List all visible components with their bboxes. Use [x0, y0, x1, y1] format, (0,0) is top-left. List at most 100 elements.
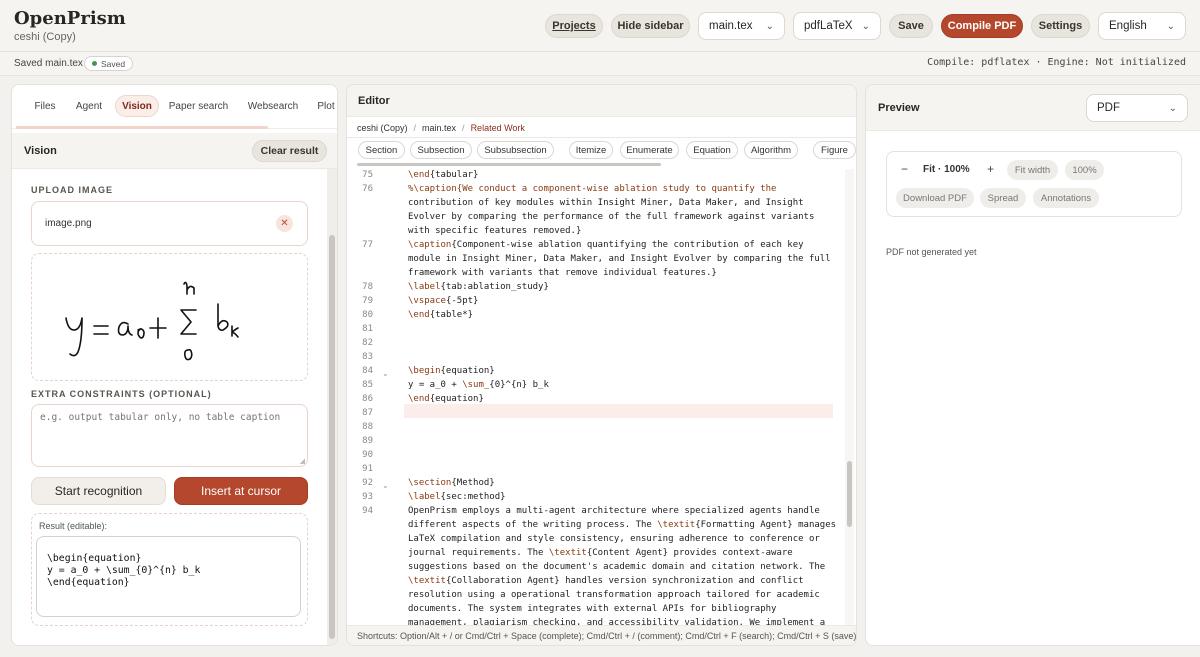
code-line[interactable]: journal requirements. The \textit{Conten… [408, 548, 793, 562]
line-number: 79 [362, 296, 373, 306]
remove-file-icon[interactable]: ✕ [276, 215, 293, 232]
insert-section-button[interactable]: Section [358, 141, 405, 159]
code-line[interactable]: \textit{Collaboration Agent} handles ver… [408, 576, 804, 590]
code-line[interactable]: resolution using a operational transform… [408, 590, 820, 604]
extra-constraints-input[interactable] [31, 404, 308, 467]
code-line[interactable]: with specific features removed.} [408, 226, 581, 240]
code-editor[interactable]: 75 76 77 78 79 80 81 82 83 84 85 86 87 88 89 90 91 92 93 94… [347, 169, 856, 625]
tab-files[interactable]: Files [28, 95, 62, 117]
code-line[interactable]: \end{equation} [408, 394, 484, 408]
line-number: 82 [362, 338, 373, 348]
code-line[interactable]: y = a_0 + \sum_{0}^{n} b_k [408, 380, 549, 394]
breadcrumb-project[interactable]: ceshi (Copy) [357, 123, 408, 133]
preview-toolbar: − Fit · 100% + Fit width 100% Download P… [886, 151, 1182, 217]
chevron-down-icon: ⌄ [1168, 102, 1177, 114]
app-title: OpenPrism [14, 8, 126, 29]
code-line[interactable]: \label{sec:method} [408, 492, 506, 506]
zoom-in-button[interactable]: + [987, 162, 994, 176]
line-number: 84 [362, 366, 373, 376]
code-line[interactable]: \end{table*} [408, 310, 473, 324]
code-line[interactable]: Evolver by comparing the performance of … [408, 212, 814, 226]
upload-file-name: image.png [45, 218, 92, 229]
insert-at-cursor-button[interactable]: Insert at cursor [174, 477, 308, 505]
insert-enumerate-button[interactable]: Enumerate [620, 141, 679, 159]
tab-agent[interactable]: Agent [70, 95, 108, 117]
editor-footer: Shortcuts: Option/Alt + / or Cmd/Ctrl + … [347, 625, 857, 645]
download-pdf-button[interactable]: Download PDF [896, 188, 974, 208]
sidebar-scroll-thumb[interactable] [329, 235, 335, 639]
insert-equation-button[interactable]: Equation [686, 141, 738, 159]
insert-subsection-button[interactable]: Subsection [410, 141, 472, 159]
clear-result-button[interactable]: Clear result [252, 140, 327, 162]
hide-sidebar-button[interactable]: Hide sidebar [611, 14, 690, 38]
save-button[interactable]: Save [889, 14, 933, 38]
line-number: 88 [362, 422, 373, 432]
sidebar-tabs: Files Agent Vision Paper search Websearc… [12, 85, 337, 129]
fold-arrow-icon[interactable]: ⌄ [382, 481, 389, 490]
insert-itemize-button[interactable]: Itemize [569, 141, 613, 159]
breadcrumb-file[interactable]: main.tex [422, 123, 456, 133]
code-line[interactable]: %\caption{We conduct a component-wise ab… [408, 184, 776, 198]
line-number: 92 [362, 478, 373, 488]
breadcrumb-section[interactable]: Related Work [471, 123, 525, 133]
editor-scrollbar[interactable] [845, 169, 854, 625]
upload-file-field[interactable]: image.png ✕ [31, 201, 308, 246]
tab-websearch[interactable]: Websearch [245, 95, 301, 117]
shortcuts-hint: Shortcuts: Option/Alt + / or Cmd/Ctrl + … [357, 631, 857, 641]
code-line[interactable]: \end{tabular} [408, 170, 478, 184]
projects-button[interactable]: Projects [545, 14, 603, 38]
line-number: 85 [362, 380, 373, 390]
code-line[interactable]: \label{tab:ablation_study} [408, 282, 549, 296]
spread-button[interactable]: Spread [980, 188, 1026, 208]
code-line[interactable]: framework with variants that remove indi… [408, 268, 717, 282]
file-select[interactable]: main.tex ⌄ [698, 12, 785, 40]
fold-arrow-icon[interactable]: ⌄ [382, 369, 389, 378]
compile-info: Compile: pdflatex · Engine: Not initiali… [927, 57, 1186, 68]
line-number: 93 [362, 492, 373, 502]
tab-vision[interactable]: Vision [115, 95, 159, 117]
zoom-out-button[interactable]: − [901, 162, 908, 176]
sidebar-scrollbar[interactable] [327, 169, 337, 645]
compile-pdf-button[interactable]: Compile PDF [941, 14, 1023, 38]
pdf-empty-message: PDF not generated yet [886, 247, 977, 257]
code-line[interactable]: LaTeX compilation and style consistency,… [408, 534, 820, 548]
result-editor[interactable]: \begin{equation} y = a_0 + \sum_{0}^{n} … [36, 536, 301, 617]
code-line[interactable]: \vspace{-5pt} [408, 296, 478, 310]
engine-select[interactable]: pdfLaTeX ⌄ [793, 12, 881, 40]
tab-paper-search[interactable]: Paper search [167, 95, 230, 117]
editor-scroll-thumb[interactable] [847, 461, 852, 527]
fit-width-button[interactable]: Fit width [1007, 160, 1058, 180]
zoom-level: Fit · 100% [923, 164, 970, 175]
code-line[interactable]: management, plagiarism checking, and acc… [408, 618, 825, 625]
code-line[interactable]: \begin{equation} [408, 366, 495, 380]
code-line[interactable]: documents. The system integrates with ex… [408, 604, 776, 618]
language-select[interactable]: English ⌄ [1098, 12, 1186, 40]
insert-subsubsection-button[interactable]: Subsubsection [477, 141, 554, 159]
resize-handle-icon[interactable]: ◢ [300, 457, 305, 465]
code-line[interactable]: suggestions based on the document's acad… [408, 562, 825, 576]
vision-title: Vision [24, 145, 57, 157]
start-recognition-button[interactable]: Start recognition [31, 477, 166, 505]
result-label: Result (editable): [39, 521, 108, 531]
code-line[interactable]: contribution of key modules within Insig… [408, 198, 804, 212]
preview-mode-select[interactable]: PDF ⌄ [1086, 94, 1188, 122]
code-line[interactable]: module in Insight Miner, Data Maker, and… [408, 254, 831, 268]
breadcrumb: ceshi (Copy) / main.tex / Related Work [357, 121, 525, 135]
line-number: 75 [362, 170, 373, 180]
tab-plot[interactable]: Plot [314, 95, 337, 117]
settings-button[interactable]: Settings [1031, 14, 1090, 38]
chevron-down-icon: ⌄ [765, 20, 774, 32]
code-line[interactable]: \section{Method} [408, 478, 495, 492]
editor-title: Editor [358, 95, 390, 107]
toolbar-scrollbar[interactable] [357, 163, 661, 166]
insert-algorithm-button[interactable]: Algorithm [744, 141, 798, 159]
line-number: 89 [362, 436, 373, 446]
status-bar: Saved main.tex Saved Compile: pdflatex ·… [0, 52, 1200, 76]
code-line[interactable]: different aspects of the writing process… [408, 520, 836, 534]
tab-scrollbar[interactable] [16, 126, 268, 129]
code-line[interactable]: \caption{Component-wise ablation quantif… [408, 240, 804, 254]
insert-figure-button[interactable]: Figure [813, 141, 856, 159]
code-line[interactable]: OpenPrism employs a multi-agent architec… [408, 506, 820, 520]
zoom-100-button[interactable]: 100% [1065, 160, 1104, 180]
annotations-button[interactable]: Annotations [1033, 188, 1099, 208]
